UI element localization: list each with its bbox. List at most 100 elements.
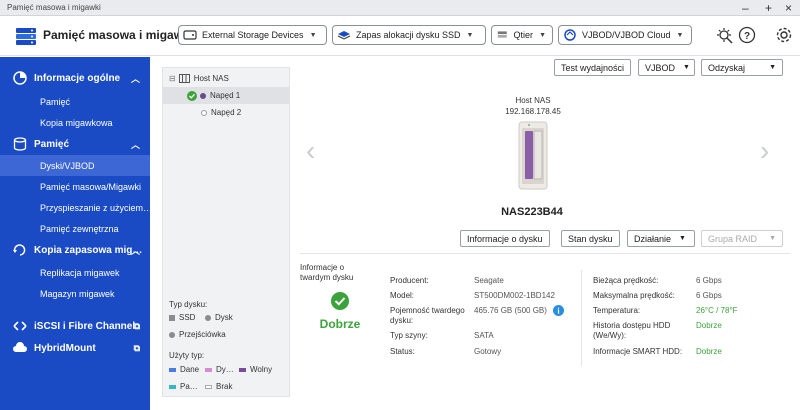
next-device-arrow[interactable]: › — [760, 135, 769, 167]
disk-info-section-title: Informacje o twardym dysku — [300, 263, 354, 282]
none-swatch — [205, 384, 212, 389]
legend-label: SSD — [179, 313, 196, 322]
sidebar-item-acceleration[interactable]: Przyspieszanie z użyciem… — [0, 197, 150, 218]
chevron-down-icon: ▼ — [769, 235, 776, 242]
sidebar-group-label: Pamięć — [34, 138, 70, 150]
window-title: Pamięć masowa i migawki — [7, 3, 101, 12]
sidebar-group-general[interactable]: Informacje ogólne ︿ — [0, 67, 150, 89]
disk-type-dot — [200, 92, 206, 99]
sidebar-group-label: Kopia zapasowa mig… — [34, 244, 143, 256]
disk-action-button[interactable]: Działanie ▼ — [627, 230, 695, 247]
qtier-icon — [497, 31, 507, 38]
external-link-icon: ⧉ — [133, 320, 140, 331]
io-history-label: Historia dostępu HDD (We/Wy): — [593, 321, 671, 340]
raid-group-button[interactable]: Grupa RAID ▼ — [701, 230, 783, 247]
legend-label: Przejściówka — [179, 330, 226, 339]
status-value: Gotowy — [474, 347, 502, 356]
vjbod-menu-label: VJBOD — [645, 62, 676, 73]
empty-slot-dot — [201, 109, 207, 116]
close-button[interactable]: × — [785, 0, 792, 16]
sidebar-link-label: HybridMount — [34, 342, 96, 354]
chevron-up-icon: ︿ — [130, 139, 140, 150]
recover-menu-button[interactable]: Odzyskaj ▼ — [701, 59, 783, 76]
current-speed-label: Bieżąca prędkość: — [593, 276, 659, 285]
sidebar-item-snapshot-replication[interactable]: Replikacja migawek — [0, 262, 150, 283]
iscsi-icon — [13, 321, 27, 331]
chevron-down-icon: ▼ — [309, 31, 317, 39]
vjbod-icon — [564, 29, 576, 41]
legend-hdd: Dysk — [205, 313, 233, 322]
smart-value: Dobrze — [696, 347, 722, 356]
legend-disk-type-title: Typ dysku: — [169, 300, 208, 309]
disk-bay-2 — [533, 130, 543, 180]
cloud-icon — [13, 342, 27, 352]
tree-item-host-nas[interactable]: ⊟ Host NAS — [163, 70, 289, 87]
raid-group-label: Grupa RAID — [708, 233, 758, 244]
temperature-label: Temperatura: — [593, 306, 641, 315]
recover-menu-label: Odzyskaj — [708, 62, 746, 73]
check-circle-icon — [187, 90, 197, 101]
max-speed-label: Maksymalna prędkość: — [593, 291, 675, 300]
collapse-icon: ⊟ — [169, 74, 176, 83]
help-icon[interactable]: ? — [738, 26, 756, 44]
disk-bay-1 — [525, 131, 533, 179]
snapshot-backup-icon — [13, 244, 26, 256]
qtier-dropdown[interactable]: Qtier ▼ — [491, 25, 553, 45]
sidebar-group-backup[interactable]: Kopia zapasowa mig… ︿ — [0, 239, 150, 261]
sidebar-link-iscsi[interactable]: iSCSI i Fibre Channel ⧉ — [0, 315, 150, 337]
vjbod-menu-button[interactable]: VJBOD ▼ — [638, 59, 695, 76]
maximize-button[interactable]: + — [765, 0, 772, 16]
gear-icon[interactable] — [775, 26, 793, 44]
status-label: Status: — [390, 347, 415, 356]
nas-icon — [178, 74, 190, 83]
main-content: ⊟ Host NAS Napęd 1 Napęd 2 Typ dysku: SS… — [150, 57, 800, 410]
legend-label: Dysk — [215, 313, 233, 322]
minimize-button[interactable]: – — [742, 0, 749, 16]
previous-device-arrow[interactable]: ‹ — [306, 135, 315, 167]
temperature-value: 26°C / 78°F — [696, 306, 738, 315]
sidebar-group-storage[interactable]: Pamięć ︿ — [0, 133, 150, 155]
chevron-down-icon: ▼ — [539, 31, 546, 39]
legend-label: Dy… — [216, 365, 234, 374]
external-storage-dropdown[interactable]: External Storage Devices ▼ — [178, 25, 327, 45]
pie-chart-icon — [13, 71, 27, 85]
vjbod-label: VJBOD/VJBOD Cloud — [582, 30, 671, 40]
tree-item-disk-2[interactable]: Napęd 2 — [163, 104, 289, 121]
smart-label: Informacje SMART HDD: — [593, 347, 683, 356]
ssd-stack-icon — [337, 31, 351, 40]
performance-test-button[interactable]: Test wydajności — [554, 59, 632, 76]
toolbar: Pamięć masowa i migawki External Storage… — [0, 16, 800, 56]
ssd-reserve-dropdown[interactable]: Zapas alokacji dysku SSD ▼ — [332, 25, 486, 45]
chevron-up-icon: ︿ — [130, 245, 140, 256]
legend-spare: Dy… — [205, 365, 234, 374]
database-icon — [13, 137, 27, 151]
device-tree: ⊟ Host NAS Napęd 1 Napęd 2 Typ dysku: SS… — [162, 67, 290, 397]
sidebar-item-storage-overview[interactable]: Pamięć — [0, 91, 150, 112]
adapter-swatch — [169, 331, 175, 338]
legend-label: Brak — [216, 382, 233, 391]
sidebar-item-external-storage[interactable]: Pamięć zewnętrzna — [0, 218, 150, 239]
vjbod-cloud-dropdown[interactable]: VJBOD/VJBOD Cloud ▼ — [558, 25, 692, 45]
tree-item-label: Host NAS — [193, 74, 229, 83]
disk-status-button[interactable]: Stan dysku — [561, 230, 620, 247]
info-icon[interactable]: i — [553, 305, 564, 316]
diagnostics-icon[interactable] — [716, 26, 734, 44]
app-title: Pamięć masowa i migawki — [43, 28, 194, 42]
sidebar-item-disks-vjbod[interactable]: Dyski/VJBOD — [0, 155, 150, 176]
legend-data: Dane — [169, 365, 199, 374]
sidebar-link-hybridmount[interactable]: HybridMount ⧉ — [0, 337, 150, 359]
legend-label: Pa… — [180, 382, 198, 391]
sidebar-item-snapshot-overview[interactable]: Kopia migawkowa — [0, 112, 150, 133]
tree-item-disk-1[interactable]: Napęd 1 — [163, 87, 289, 104]
sidebar-item-snapshot-vault[interactable]: Magazyn migawek — [0, 283, 150, 304]
capacity-label: Pojemność twardego dysku: — [390, 306, 465, 325]
sidebar-item-storage-snapshots[interactable]: Pamięć masowa/Migawki — [0, 176, 150, 197]
external-storage-label: External Storage Devices — [202, 30, 304, 40]
tree-item-label: Napęd 2 — [211, 108, 242, 117]
column-divider — [581, 270, 582, 366]
chevron-down-icon: ▼ — [679, 235, 686, 242]
legend-free: Wolny — [239, 365, 272, 374]
bus-type-label: Typ szyny: — [390, 331, 428, 340]
model-label: Model: — [390, 291, 415, 300]
disk-info-button[interactable]: Informacje o dysku — [460, 230, 550, 247]
